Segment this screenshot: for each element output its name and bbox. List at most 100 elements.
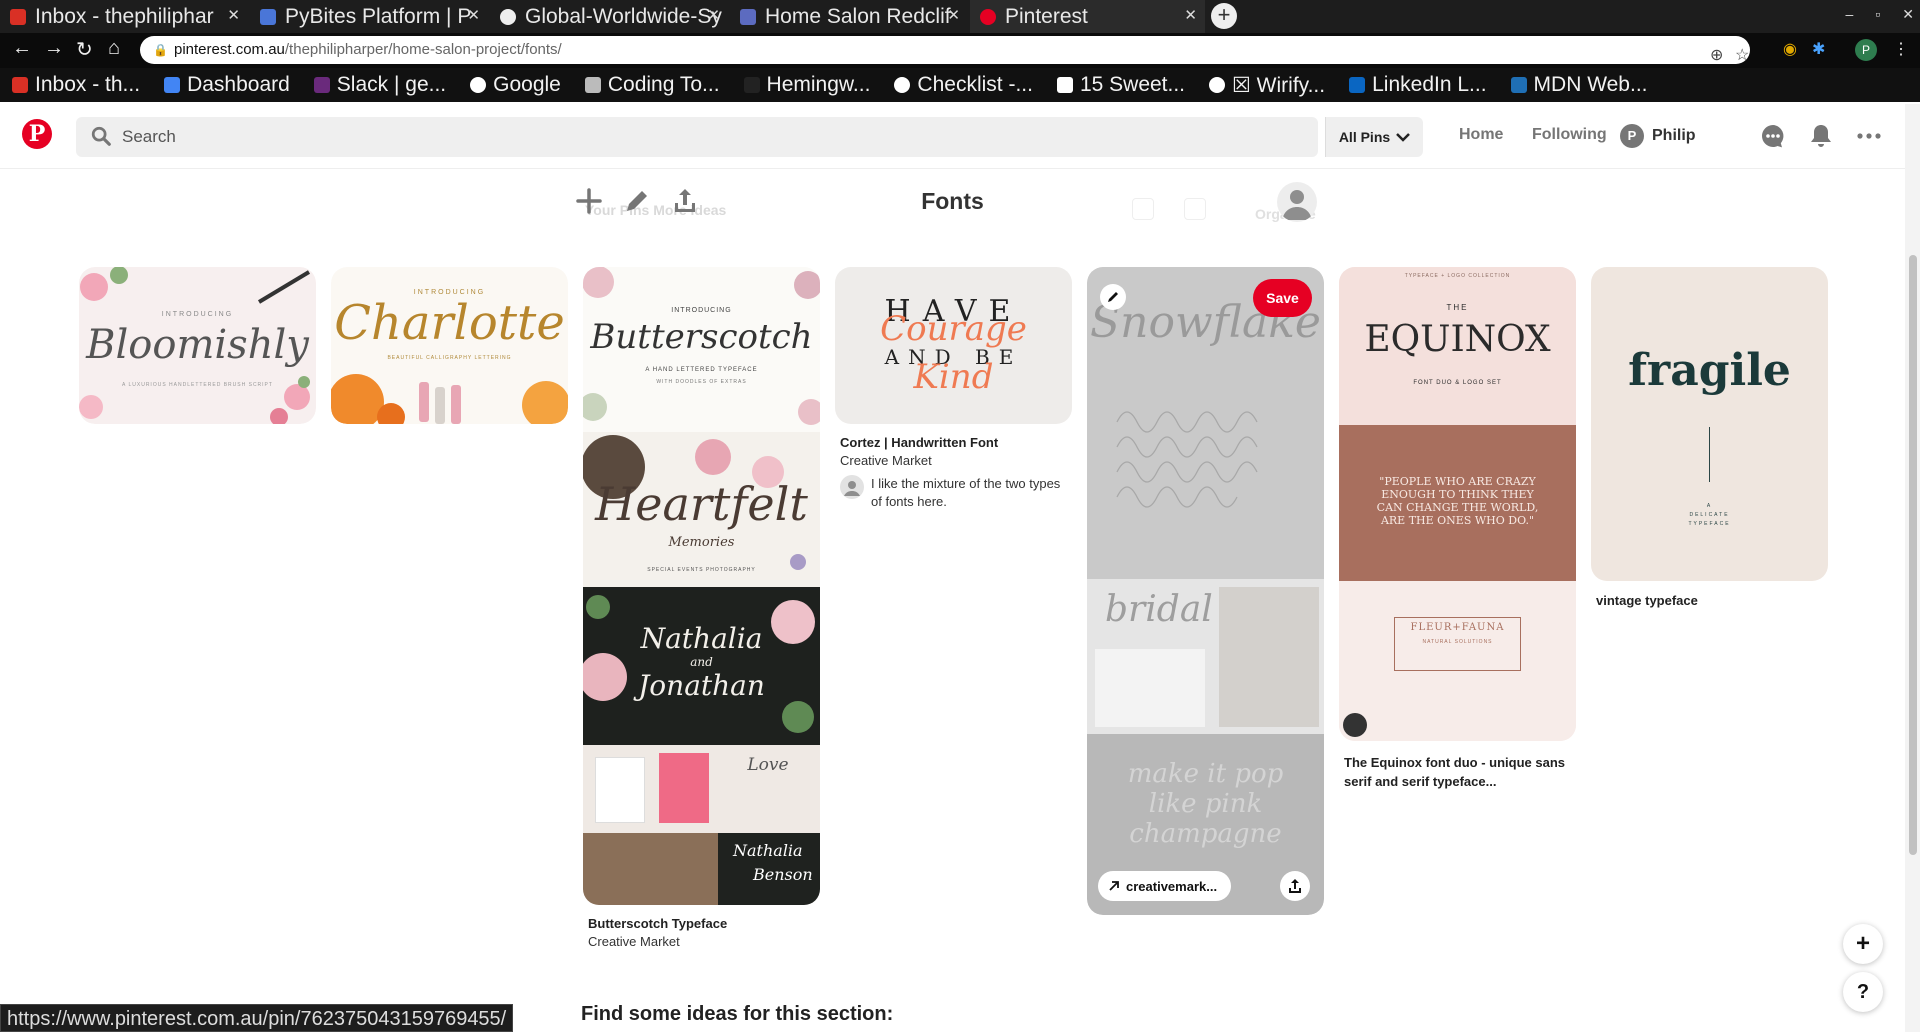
zoom-icon[interactable]: ⊕	[1710, 42, 1723, 70]
pin-image[interactable]: INTRODUCING Bloomishly A LUXURIOUS HANDL…	[79, 267, 316, 424]
browser-tab-home-salon[interactable]: Home Salon Redclif ✕	[730, 0, 968, 33]
pin-image[interactable]: HAVE Courage AND BE Kind	[835, 267, 1072, 424]
new-tab-button[interactable]: +	[1211, 3, 1237, 29]
pin-art-text: INTRODUCING	[161, 311, 234, 318]
extension-icon[interactable]: ✱	[1812, 39, 1825, 59]
hemingway-icon	[743, 77, 760, 93]
bookmark-item[interactable]: 15 Sweet...	[1056, 73, 1185, 97]
pin-image[interactable]: INTRODUCING Charlotte BEAUTIFUL CALLIGRA…	[331, 267, 568, 424]
messages-icon[interactable]	[1760, 123, 1786, 149]
bookmark-item[interactable]: Dashboard	[164, 73, 290, 97]
pin-art-text: A LUXURIOUS HANDLETTERED BRUSH SCRIPT	[122, 382, 273, 388]
pin-card[interactable]: HAVE Courage AND BE Kind Cortez | Handwr…	[835, 267, 1072, 527]
checklist-icon	[894, 77, 911, 93]
pin-image[interactable]: fragile A DELICATE TYPEFACE	[1591, 267, 1828, 581]
pin-card[interactable]: INTRODUCING Butterscotch A HAND LETTERED…	[583, 267, 820, 987]
board-owner-avatar[interactable]	[1277, 182, 1317, 222]
bookmark-item[interactable]: Google	[470, 73, 561, 97]
bookmark-label: ☒ Wirify...	[1232, 73, 1326, 97]
tab-label: PyBites Platform | P	[285, 4, 472, 28]
bookmark-item[interactable]: Slack | ge...	[313, 73, 447, 97]
pin-title[interactable]: Butterscotch Typeface	[588, 914, 815, 933]
bookmark-label: Slack | ge...	[336, 73, 447, 96]
search-input[interactable]	[122, 117, 1292, 157]
pin-card[interactable]: INTRODUCING Bloomishly A LUXURIOUS HANDL…	[79, 267, 316, 424]
pin-art-text: Heartfelt	[595, 477, 808, 531]
bookmark-item[interactable]: Coding To...	[584, 73, 720, 97]
menu-icon[interactable]: ⋮	[1893, 39, 1909, 59]
browser-tab-pybites[interactable]: PyBites Platform | P ✕	[250, 0, 488, 33]
google-icon	[470, 77, 487, 93]
star-icon[interactable]: ☆	[1735, 42, 1749, 70]
all-pins-dropdown[interactable]: All Pins	[1325, 117, 1423, 157]
nav-home[interactable]: Home	[1459, 126, 1503, 144]
pinterest-logo[interactable]: P	[22, 119, 52, 149]
pin-title[interactable]: Cortez | Handwritten Font	[840, 433, 1067, 452]
user-name: Philip	[1652, 127, 1696, 144]
forward-icon[interactable]: →	[44, 37, 64, 60]
pin-card[interactable]: Snowflake bridal make it pop like pink c…	[1087, 267, 1324, 915]
nav-following[interactable]: Following	[1532, 126, 1607, 144]
extension-icon[interactable]: ◉	[1783, 39, 1797, 59]
tab-label: Pinterest	[1005, 4, 1088, 28]
share-pin-button[interactable]	[1280, 871, 1310, 901]
pin-card[interactable]: TYPEFACE + LOGO COLLECTION THE EQUINOX F…	[1339, 267, 1576, 797]
pin-source[interactable]: Creative Market	[840, 453, 1067, 468]
browser-tab-pinterest[interactable]: Pinterest ✕	[970, 0, 1205, 33]
bookmark-item[interactable]: Inbox - th...	[12, 73, 140, 97]
address-bar[interactable]: 🔒 pinterest.com.au/thephilipharper/home-…	[140, 36, 1750, 64]
bookmark-item[interactable]: MDN Web...	[1510, 73, 1648, 97]
back-icon[interactable]: ←	[12, 37, 32, 60]
bookmark-item[interactable]: Checklist -...	[894, 73, 1033, 97]
close-icon[interactable]: ✕	[227, 6, 240, 24]
close-window-button[interactable]: ✕	[1902, 6, 1914, 23]
pin-collage-tile: Love Nathalia Benson	[583, 745, 820, 905]
compact-grid-icon[interactable]	[1184, 198, 1206, 220]
grid-icon[interactable]	[1132, 198, 1154, 220]
pin-art-text: FONT DUO & LOGO SET	[1413, 380, 1502, 386]
pin-art-text: Bloomishly	[86, 322, 309, 368]
photo-tile	[1095, 649, 1205, 727]
edit-pin-button[interactable]	[1100, 284, 1126, 310]
source-link-button[interactable]: creativemark...	[1098, 871, 1232, 901]
pin-image[interactable]: TYPEFACE + LOGO COLLECTION THE EQUINOX F…	[1339, 267, 1576, 741]
add-pin-button[interactable]: +	[1843, 924, 1883, 964]
slack-icon	[313, 77, 330, 93]
maximize-button[interactable]: ▫	[1875, 6, 1880, 23]
bookmark-item[interactable]: Hemingw...	[743, 73, 870, 97]
bookmark-label: LinkedIn L...	[1372, 73, 1487, 96]
pin-collage-tile: bridal	[1087, 579, 1324, 734]
pin-art-text: Jonathan	[638, 669, 765, 702]
pin-title[interactable]: vintage typeface	[1596, 591, 1823, 610]
more-icon[interactable]	[1856, 123, 1882, 149]
search-bar	[76, 117, 1318, 157]
nav-profile[interactable]: P Philip	[1620, 119, 1696, 153]
close-icon[interactable]: ✕	[707, 6, 720, 24]
save-button[interactable]: Save	[1253, 279, 1312, 317]
pin-art-text: EQUINOX	[1364, 319, 1551, 360]
scrollbar-thumb[interactable]	[1909, 255, 1917, 855]
help-button[interactable]: ?	[1843, 972, 1883, 1012]
reload-icon[interactable]: ↻	[76, 37, 93, 62]
browser-tab-gmail[interactable]: Inbox - thephiliphar ✕	[0, 0, 248, 33]
close-icon[interactable]: ✕	[467, 6, 480, 24]
home-icon[interactable]: ⌂	[108, 37, 120, 60]
bookmark-item[interactable]: LinkedIn L...	[1349, 73, 1487, 97]
bookmark-item[interactable]: ☒ Wirify...	[1209, 73, 1325, 98]
close-icon[interactable]: ✕	[947, 6, 960, 24]
all-pins-label: All Pins	[1338, 129, 1391, 145]
avatar: P	[1620, 124, 1644, 148]
card-mockup	[659, 753, 709, 823]
pin-card[interactable]: fragile A DELICATE TYPEFACE vintage type…	[1591, 267, 1828, 617]
pin-source[interactable]: Creative Market	[588, 934, 815, 949]
pin-card[interactable]: INTRODUCING Charlotte BEAUTIFUL CALLIGRA…	[331, 267, 568, 424]
close-icon[interactable]: ✕	[1184, 6, 1197, 24]
notifications-icon[interactable]	[1808, 123, 1834, 149]
pin-image[interactable]: Snowflake bridal make it pop like pink c…	[1087, 267, 1324, 915]
profile-avatar[interactable]: P	[1855, 39, 1877, 61]
browser-tab-github[interactable]: Global-Worldwide-Sy ✕	[490, 0, 728, 33]
pin-image[interactable]: INTRODUCING Butterscotch A HAND LETTERED…	[583, 267, 820, 905]
pin-title[interactable]: The Equinox font duo - unique sans serif…	[1344, 753, 1571, 791]
creator-avatar[interactable]	[1343, 713, 1367, 737]
minimize-button[interactable]: –	[1846, 6, 1854, 23]
